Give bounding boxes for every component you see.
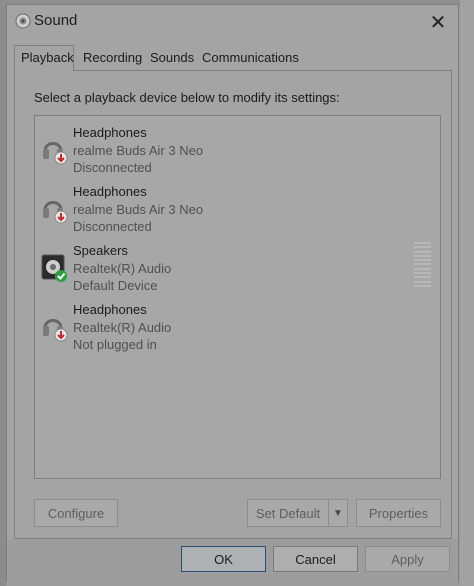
headphones-icon bbox=[43, 201, 68, 224]
close-icon: ✕ bbox=[429, 11, 447, 34]
tab-recording[interactable]: Recording bbox=[77, 47, 148, 69]
device-name: Headphones bbox=[73, 302, 147, 317]
headphones-icon bbox=[43, 142, 68, 165]
device-name: Speakers bbox=[73, 243, 128, 258]
device-status: Not plugged in bbox=[73, 337, 157, 352]
device-item-default[interactable]: Speakers Realtek(R) Audio Default Device bbox=[35, 237, 440, 295]
instructions-text: Select a playback device below to modify… bbox=[34, 90, 340, 105]
apply-button[interactable]: Apply bbox=[365, 546, 450, 572]
device-item[interactable]: Headphones realme Buds Air 3 Neo Disconn… bbox=[35, 119, 440, 177]
sound-dialog: Sound ✕ Playback Recording Sounds Commun… bbox=[6, 4, 459, 583]
speaker-app-icon bbox=[15, 13, 31, 29]
dialog-footer: OK Cancel Apply bbox=[7, 539, 458, 583]
speaker-icon bbox=[41, 254, 67, 282]
set-default-button[interactable]: Set Default bbox=[247, 499, 329, 527]
device-description: Realtek(R) Audio bbox=[73, 261, 172, 276]
tab-communications[interactable]: Communications bbox=[196, 47, 305, 69]
device-name: Headphones bbox=[73, 125, 147, 140]
device-status: Disconnected bbox=[73, 160, 152, 175]
ok-button[interactable]: OK bbox=[181, 546, 266, 572]
tab-strip: Playback Recording Sounds Communications bbox=[14, 45, 452, 71]
cancel-button[interactable]: Cancel bbox=[273, 546, 358, 572]
window-title: Sound bbox=[34, 12, 78, 29]
device-status: Default Device bbox=[73, 278, 158, 293]
playback-panel: Select a playback device below to modify… bbox=[14, 70, 452, 539]
set-default-dropdown-button[interactable]: ▼ bbox=[328, 499, 348, 527]
device-description: realme Buds Air 3 Neo bbox=[73, 202, 204, 217]
device-item[interactable]: Headphones realme Buds Air 3 Neo Disconn… bbox=[35, 178, 440, 236]
title-bar[interactable]: Sound ✕ bbox=[7, 5, 458, 39]
device-description: Realtek(R) Audio bbox=[73, 320, 172, 335]
device-name: Headphones bbox=[73, 184, 147, 199]
properties-button[interactable]: Properties bbox=[356, 499, 441, 527]
device-item[interactable]: Headphones Realtek(R) Audio Not plugged … bbox=[35, 296, 440, 354]
device-list[interactable]: Headphones realme Buds Air 3 Neo Disconn… bbox=[34, 115, 441, 479]
device-status: Disconnected bbox=[73, 219, 152, 234]
tab-sounds[interactable]: Sounds bbox=[144, 47, 200, 69]
configure-button[interactable]: Configure bbox=[34, 499, 118, 527]
chevron-down-icon: ▼ bbox=[333, 507, 343, 519]
device-description: realme Buds Air 3 Neo bbox=[73, 143, 204, 158]
volume-level-meter bbox=[414, 242, 431, 287]
background-right bbox=[460, 0, 474, 586]
headphones-icon bbox=[43, 319, 68, 342]
tab-playback[interactable]: Playback bbox=[14, 45, 74, 71]
close-button[interactable]: ✕ bbox=[424, 9, 452, 35]
